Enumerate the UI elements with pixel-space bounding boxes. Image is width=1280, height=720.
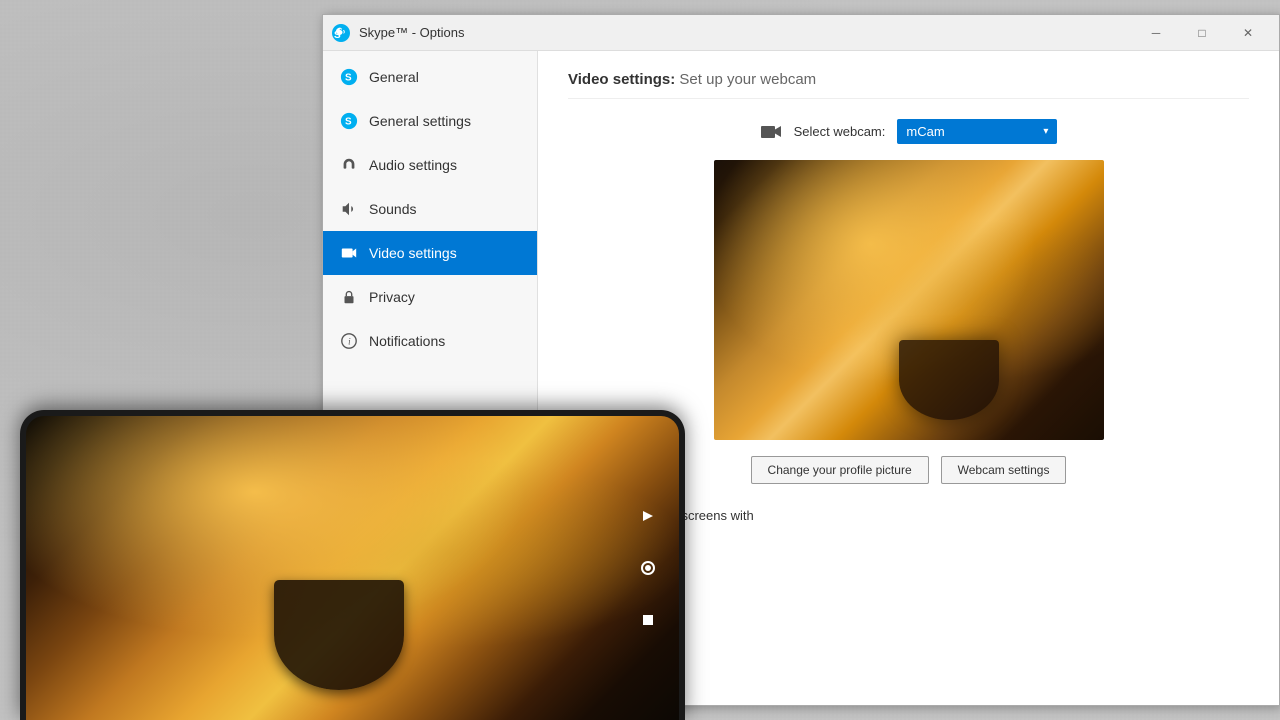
sidebar-label-video-settings: Video settings [369, 245, 457, 261]
close-button[interactable]: ✕ [1225, 18, 1271, 48]
sidebar-item-sounds[interactable]: Sounds [323, 187, 537, 231]
skype-logo-icon: S [339, 67, 359, 87]
sidebar-item-notifications[interactable]: i Notifications [323, 319, 537, 363]
svg-text:i: i [348, 337, 351, 347]
phone-overlay [0, 390, 700, 720]
phone-capture-button[interactable] [637, 557, 659, 579]
phone-stop-button[interactable] [637, 609, 659, 631]
lock-icon [339, 287, 359, 307]
svg-text:S: S [334, 30, 341, 41]
window-controls: ─ □ ✕ [1133, 18, 1271, 48]
phone-record-button[interactable] [637, 505, 659, 527]
skype-small-icon: S [339, 111, 359, 131]
section-header-normal: Set up your webcam [679, 71, 816, 88]
speaker-icon [339, 199, 359, 219]
video-preview [714, 160, 1104, 440]
camera-icon [339, 243, 359, 263]
sidebar-item-video-settings[interactable]: Video settings [323, 231, 537, 275]
window-title: Skype™ - Options [359, 25, 1133, 40]
webcam-select-row: Select webcam: mCam ▾ [568, 119, 1249, 144]
sidebar-label-privacy: Privacy [369, 289, 415, 305]
webcam-selected-value: mCam [906, 124, 944, 139]
minimize-button[interactable]: ─ [1133, 18, 1179, 48]
info-icon: i [339, 331, 359, 351]
section-header-bold: Video settings: [568, 71, 675, 88]
sidebar-item-general-settings[interactable]: S General settings [323, 99, 537, 143]
skype-logo-icon: S [331, 23, 351, 43]
phone-body [20, 410, 685, 720]
sidebar-label-general-settings: General settings [369, 113, 471, 129]
sidebar-label-audio-settings: Audio settings [369, 157, 457, 173]
change-profile-picture-button[interactable]: Change your profile picture [751, 456, 929, 484]
sidebar-label-notifications: Notifications [369, 333, 445, 349]
sidebar-item-audio-settings[interactable]: Audio settings [323, 143, 537, 187]
camera-icon [760, 124, 782, 140]
section-header: Video settings: Set up your webcam [568, 71, 1249, 99]
webcam-select-label: Select webcam: [794, 124, 886, 139]
svg-text:S: S [345, 117, 352, 128]
chevron-down-icon: ▾ [1043, 126, 1048, 137]
webcam-dropdown[interactable]: mCam ▾ [897, 119, 1057, 144]
phone-screen [26, 416, 679, 720]
maximize-button[interactable]: □ [1179, 18, 1225, 48]
svg-text:S: S [345, 73, 352, 84]
sidebar-item-general[interactable]: S General [323, 55, 537, 99]
webcam-settings-button[interactable]: Webcam settings [941, 456, 1067, 484]
title-bar: S Skype™ - Options ─ □ ✕ [323, 15, 1279, 51]
sidebar-label-general: General [369, 69, 419, 85]
sidebar-label-sounds: Sounds [369, 201, 416, 217]
phone-camera-controls [637, 505, 659, 631]
headphone-icon [339, 155, 359, 175]
sidebar-item-privacy[interactable]: Privacy [323, 275, 537, 319]
